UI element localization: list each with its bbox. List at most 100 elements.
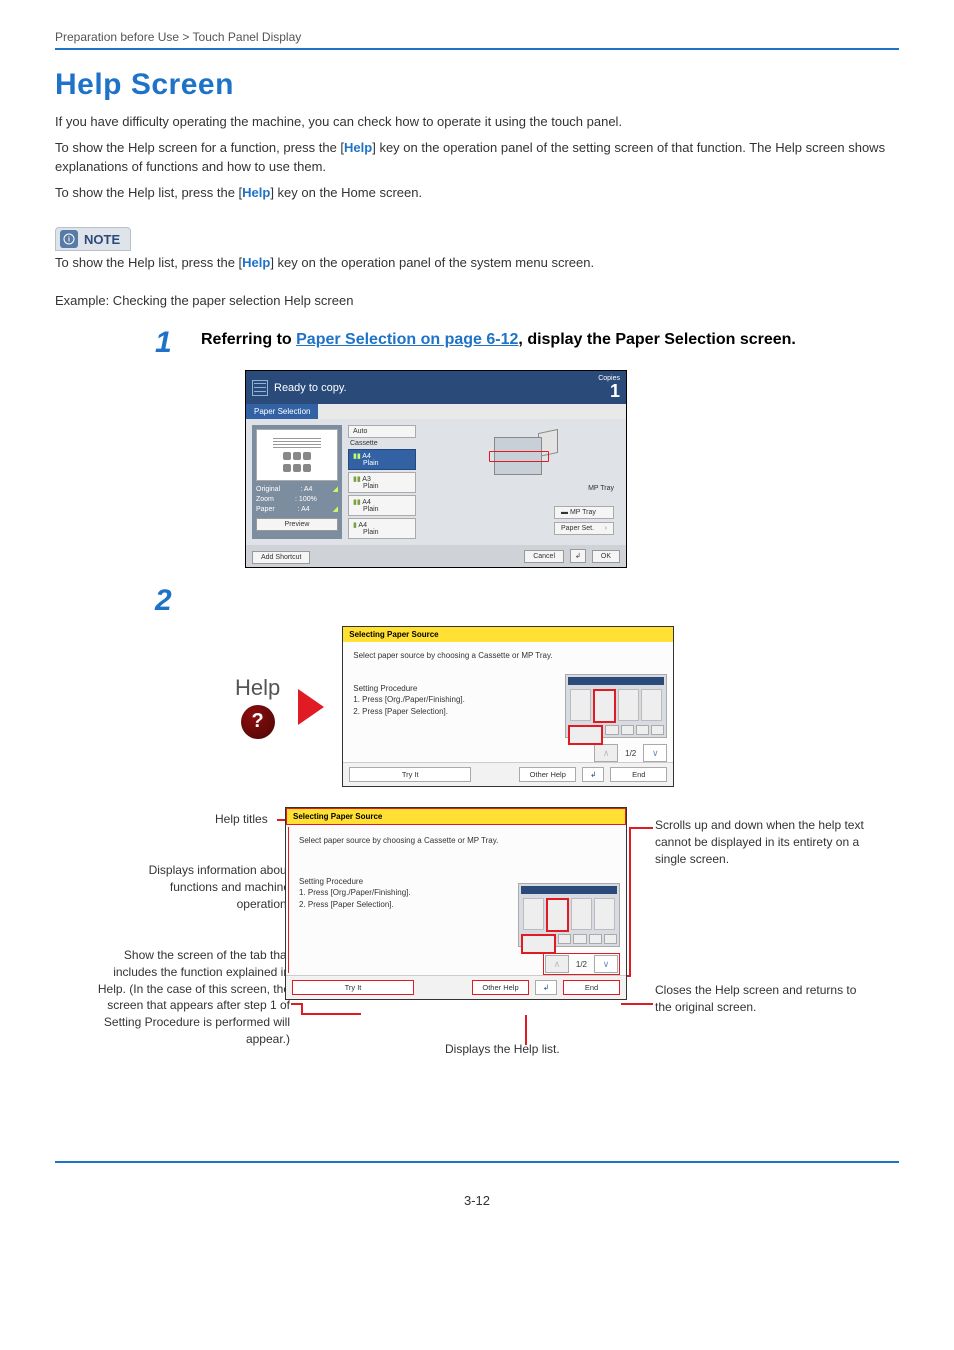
help-key-2: Help xyxy=(242,185,270,200)
page-down-button[interactable]: ∨ xyxy=(643,744,667,762)
help-title-bar: Selecting Paper Source xyxy=(343,627,673,642)
zoom-label: Zoom xyxy=(256,495,274,505)
note-b: ] key on the operation panel of the syst… xyxy=(270,255,594,270)
step1-a: Referring to xyxy=(201,331,296,348)
mp-tray-button[interactable]: ▬ MP Tray xyxy=(554,506,614,519)
help-description: Select paper source by choosing a Casset… xyxy=(353,650,553,661)
svg-text:i: i xyxy=(68,237,70,244)
page-indicator-2: 1/2 xyxy=(572,960,591,969)
page-up-button[interactable]: ∧ xyxy=(594,744,618,762)
cassette-1-button[interactable]: ▮▮ A4Plain xyxy=(348,449,416,470)
ok-button[interactable]: OK xyxy=(592,550,620,563)
proc-step-1b: 1. Press [Org./Paper/Finishing]. xyxy=(299,887,506,898)
help-mini-preview-2 xyxy=(518,883,620,947)
help-screenshot-annotated: Selecting Paper Source Select paper sour… xyxy=(285,807,627,1000)
top-rule xyxy=(55,48,899,50)
original-value: : A4 xyxy=(300,485,312,495)
note-box: i NOTE To show the Help list, press the … xyxy=(55,227,899,273)
end-button-2[interactable]: End xyxy=(563,980,620,995)
add-shortcut-button[interactable]: Add Shortcut xyxy=(252,551,310,564)
reorient-icon-2[interactable]: ◢ xyxy=(333,505,338,515)
c2-size: A3 xyxy=(362,476,371,483)
help-mini-preview xyxy=(565,674,667,738)
c3-type: Plain xyxy=(353,506,411,513)
return-button[interactable]: ↲ xyxy=(582,767,604,782)
help-key-3: Help xyxy=(242,255,270,270)
paper-selection-screenshot: Ready to copy. Copies 1 Paper Selection … xyxy=(245,370,627,568)
proc-step-2b: 2. Press [Paper Selection]. xyxy=(299,899,506,910)
c4-type: Plain xyxy=(353,529,411,536)
intro3-a: To show the Help list, press the [ xyxy=(55,185,242,200)
paper-label: Paper xyxy=(256,505,275,515)
other-help-button-2[interactable]: Other Help xyxy=(472,980,529,995)
annotated-diagram: Help titles Displays information about f… xyxy=(55,807,885,1147)
page-number: 3-12 xyxy=(55,1193,899,1208)
cassette-2-button[interactable]: ▮▮ A3Plain xyxy=(348,472,416,493)
intro2-a: To show the Help screen for a function, … xyxy=(55,140,344,155)
paper-set-button[interactable]: Paper Set. xyxy=(554,522,614,535)
example-line: Example: Checking the paper selection He… xyxy=(55,291,899,311)
c4-size: A4 xyxy=(358,522,367,529)
paper-selection-link[interactable]: Paper Selection on page 6-12 xyxy=(296,331,518,348)
page-down-button-2[interactable]: ∨ xyxy=(594,955,618,973)
note-text: To show the Help list, press the [Help] … xyxy=(55,253,899,273)
help-title-bar-2: Selecting Paper Source xyxy=(286,808,626,825)
setting-procedure-title-2: Setting Procedure xyxy=(299,876,506,887)
ann-displays-info: Displays information about functions and… xyxy=(120,862,290,912)
printer-illustration xyxy=(486,425,556,485)
c2-type: Plain xyxy=(353,483,411,490)
cassette-3-button[interactable]: ▮▮ A4Plain xyxy=(348,495,416,516)
ann-show-screen: Show the screen of the tab that includes… xyxy=(95,947,290,1048)
intro3-b: ] key on the Home screen. xyxy=(270,185,422,200)
note-label: NOTE xyxy=(84,232,120,247)
arrow-icon xyxy=(298,689,324,725)
cancel-button[interactable]: Cancel xyxy=(524,550,564,563)
page-up-button-2[interactable]: ∧ xyxy=(545,955,569,973)
step1-b: , display the Paper Selection screen. xyxy=(518,331,795,348)
c3-size: A4 xyxy=(362,499,371,506)
return-icon[interactable]: ↲ xyxy=(570,549,586,563)
question-mark-icon: ? xyxy=(252,710,264,733)
cassette-label: Cassette xyxy=(348,440,416,447)
original-label: Original xyxy=(256,485,280,495)
intro-paragraph-2: To show the Help screen for a function, … xyxy=(55,138,899,177)
c1-type: Plain xyxy=(353,460,411,467)
reorient-icon[interactable]: ◢ xyxy=(333,485,338,495)
preview-thumbnail xyxy=(256,429,338,481)
breadcrumb: Preparation before Use > Touch Panel Dis… xyxy=(55,30,899,44)
note-heading: i NOTE xyxy=(55,227,131,251)
cassette-4-button[interactable]: ▮ A4Plain xyxy=(348,518,416,539)
ann-displays-list: Displays the Help list. xyxy=(445,1042,560,1056)
page-indicator: 1/2 xyxy=(621,749,640,758)
zoom-value: : 100% xyxy=(295,495,317,505)
return-button-2[interactable]: ↲ xyxy=(535,980,557,995)
try-it-button-2[interactable]: Try It xyxy=(292,980,414,995)
setting-procedure-title: Setting Procedure xyxy=(353,683,553,694)
ann-help-titles: Help titles xyxy=(215,812,268,826)
help-hardware-key[interactable]: Help ? xyxy=(235,675,280,739)
note-icon: i xyxy=(60,230,78,248)
help-key-label: Help xyxy=(235,675,280,701)
proc-step-1: 1. Press [Org./Paper/Finishing]. xyxy=(353,694,553,705)
intro-paragraph-3: To show the Help list, press the [Help] … xyxy=(55,183,899,203)
help-screenshot: Selecting Paper Source Select paper sour… xyxy=(342,626,674,787)
other-help-button[interactable]: Other Help xyxy=(519,767,576,782)
try-it-button[interactable]: Try It xyxy=(349,767,471,782)
page-title: Help Screen xyxy=(55,68,899,102)
preview-button[interactable]: Preview xyxy=(256,518,338,531)
note-a: To show the Help list, press the [ xyxy=(55,255,242,270)
mp-tray-label: MP Tray xyxy=(588,485,614,492)
ann-closes: Closes the Help screen and returns to th… xyxy=(655,982,875,1016)
auto-button[interactable]: Auto xyxy=(348,425,416,438)
copies-value: 1 xyxy=(598,382,620,400)
step-2-number: 2 xyxy=(155,586,201,616)
step-1-number: 1 xyxy=(155,328,201,358)
paper-selection-tab[interactable]: Paper Selection xyxy=(246,404,318,419)
document-icon xyxy=(252,380,268,396)
paper-value: : A4 xyxy=(298,505,310,515)
intro-paragraph-1: If you have difficulty operating the mac… xyxy=(55,112,899,132)
ready-to-copy-label: Ready to copy. xyxy=(274,382,347,394)
end-button[interactable]: End xyxy=(610,767,667,782)
proc-step-2: 2. Press [Paper Selection]. xyxy=(353,706,553,717)
c1-size: A4 xyxy=(362,453,371,460)
